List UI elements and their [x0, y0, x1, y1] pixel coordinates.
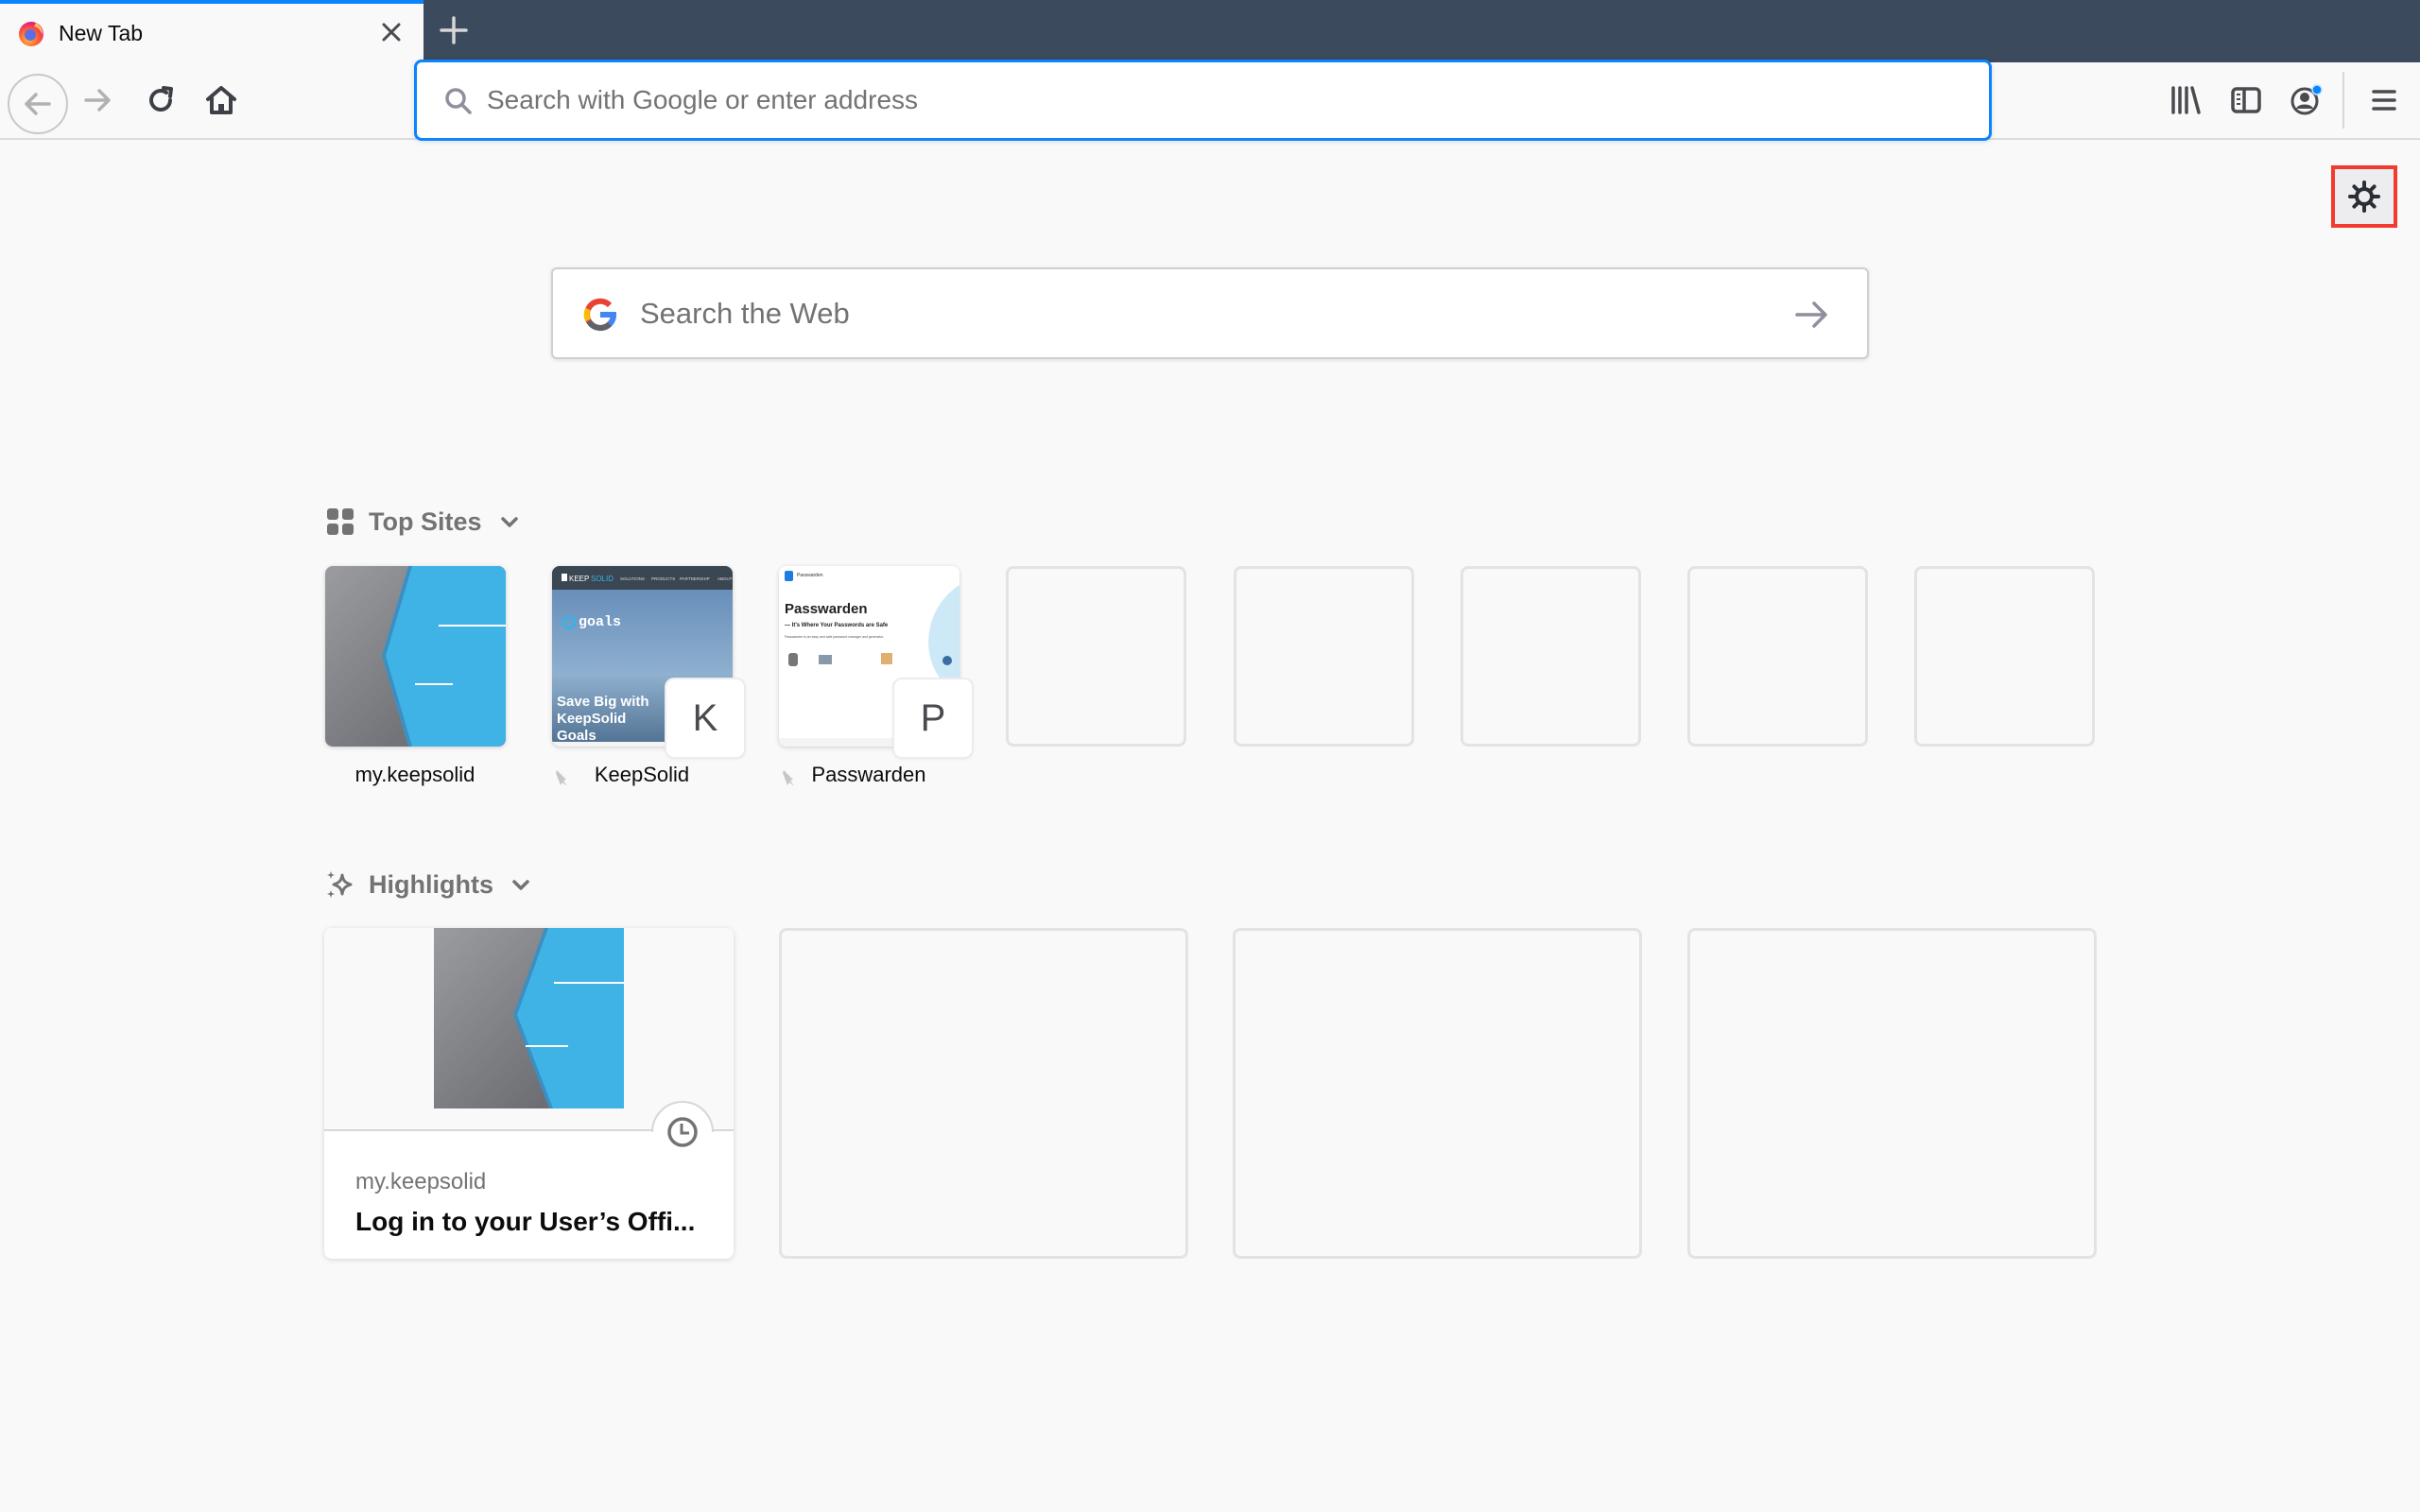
tab-strip: New Tab [0, 0, 2420, 62]
thumb-brand: Passwarden [797, 573, 823, 578]
top-sites-title: Top Sites [369, 507, 482, 536]
address-input[interactable] [487, 76, 1962, 125]
forward-button[interactable] [74, 76, 123, 125]
top-site-label: my.keepsolid [354, 763, 475, 786]
site-letter-badge: P [894, 679, 972, 757]
firefox-logo-icon [19, 22, 43, 46]
web-search-box[interactable] [551, 267, 1869, 359]
site-letter-badge: K [666, 679, 744, 757]
highlight-placeholder [779, 928, 1188, 1259]
thumb-subheading: — It's Where Your Passwords are Safe [785, 623, 889, 628]
highlight-card[interactable]: my.keepsolid Log in to your User’s Offi.… [324, 928, 734, 1259]
gear-icon [2348, 180, 2380, 213]
chevron-down-icon[interactable] [510, 874, 531, 895]
thumb-headline: KeepSolid [557, 711, 626, 727]
sidebar-icon [2231, 87, 2261, 113]
top-site-tile[interactable] [325, 566, 506, 747]
back-button[interactable] [8, 74, 68, 134]
customize-settings-button[interactable] [2331, 165, 2397, 228]
site-thumbnail [325, 566, 506, 747]
open-menu-button[interactable] [2360, 76, 2409, 125]
arrow-right-icon[interactable] [1793, 296, 1831, 334]
thumb-nav: SOLUTIONS [620, 576, 645, 581]
top-site-placeholder[interactable] [1914, 566, 2095, 747]
highlights-header[interactable]: Highlights [325, 869, 531, 900]
thumb-headline: Goals [557, 728, 596, 744]
thumb-nav: ABOUT [717, 576, 733, 581]
thumb-headline: Save Big with [557, 694, 649, 710]
thumb-brand: KEEP [569, 575, 589, 583]
address-bar[interactable] [414, 60, 1992, 141]
tab-title: New Tab [59, 21, 144, 45]
sidebar-button[interactable] [2221, 76, 2271, 125]
library-button[interactable] [2161, 76, 2210, 125]
reload-icon [149, 86, 173, 112]
thumb-brand-b: SOLID [591, 575, 614, 583]
new-tab-button[interactable] [437, 13, 471, 47]
hamburger-menu-icon [2372, 90, 2396, 111]
google-logo-icon [583, 298, 616, 332]
highlight-placeholder [1687, 928, 2097, 1259]
arrow-left-icon [25, 93, 51, 115]
thumb-nav: PARTNERSHIP [680, 576, 710, 581]
thumb-nav: PRODUCTS [651, 576, 675, 581]
arrow-right-icon [84, 89, 111, 112]
top-site-placeholder[interactable] [1234, 566, 1414, 747]
top-sites-header[interactable]: Top Sites [325, 507, 520, 537]
chevron-down-icon[interactable] [499, 511, 520, 532]
grid-icon [327, 508, 354, 535]
top-site-label: Passwarden [811, 763, 926, 786]
highlight-title: Log in to your User’s Offi... [355, 1207, 696, 1236]
toolbar-separator [2342, 72, 2344, 129]
sparkle-icon [327, 871, 353, 898]
top-site-placeholder[interactable] [1006, 566, 1186, 747]
thumb-product: goals [579, 614, 621, 630]
home-button[interactable] [197, 76, 246, 125]
library-icon [2171, 86, 2201, 114]
home-icon [206, 86, 236, 114]
close-icon[interactable] [376, 17, 406, 47]
highlight-thumbnail-area [324, 928, 734, 1131]
account-icon [2290, 84, 2323, 115]
thumb-heading: Passwarden [785, 601, 868, 617]
top-site-placeholder[interactable] [1461, 566, 1641, 747]
top-site-label: KeepSolid [594, 763, 690, 786]
highlight-thumbnail [434, 928, 624, 1108]
account-button[interactable] [2282, 76, 2331, 125]
highlight-placeholder [1233, 928, 1642, 1259]
highlights-title: Highlights [369, 869, 493, 899]
highlight-host: my.keepsolid [355, 1169, 487, 1194]
thumb-body: Passwarden is an easy and safe password … [785, 635, 884, 639]
tab-new-tab[interactable]: New Tab [0, 0, 424, 62]
web-search-input[interactable] [640, 288, 1755, 339]
top-site-placeholder[interactable] [1687, 566, 1868, 747]
reload-button[interactable] [136, 76, 185, 125]
search-icon [445, 88, 472, 114]
clock-icon [667, 1117, 698, 1147]
